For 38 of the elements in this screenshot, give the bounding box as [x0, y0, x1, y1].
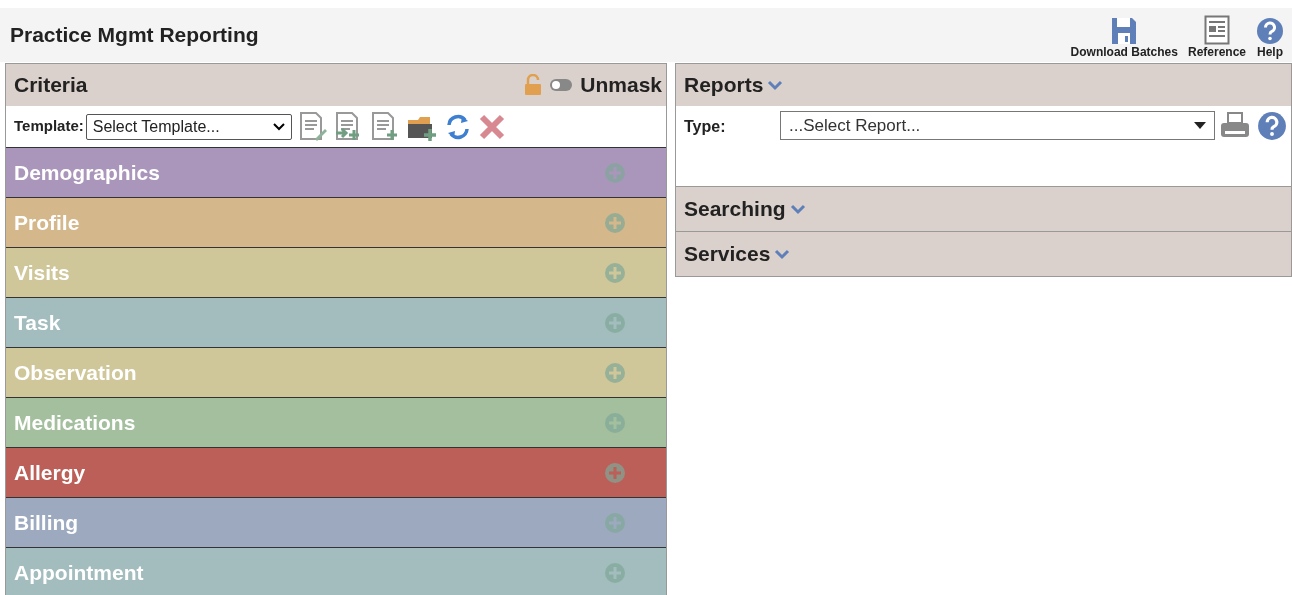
chevron-icon	[767, 79, 784, 91]
help-icon	[1256, 17, 1284, 45]
unmask-label: Unmask	[580, 72, 662, 99]
toolbar-button[interactable]: Help	[1256, 17, 1284, 59]
toolbar-button[interactable]: Reference	[1187, 15, 1246, 59]
template-select[interactable]: Select Template...	[85, 113, 292, 140]
plus-circle-icon[interactable]	[604, 311, 626, 334]
caret-icon	[1194, 122, 1206, 129]
add-document-icon[interactable]	[369, 110, 400, 143]
reports-header[interactable]: Reports	[676, 64, 1291, 106]
plus-circle-icon[interactable]	[604, 261, 626, 284]
chevron-icon	[789, 203, 806, 215]
caret-icon	[272, 122, 285, 131]
criteria-section[interactable]: Demographics	[6, 147, 666, 197]
criteria-section[interactable]: Billing	[6, 497, 666, 547]
unlocked-lock-icon[interactable]	[524, 74, 543, 96]
criteria-title: Criteria	[14, 72, 88, 99]
edit-document-icon[interactable]	[297, 110, 328, 143]
close-icon[interactable]	[477, 112, 506, 141]
plus-circle-icon[interactable]	[604, 161, 626, 184]
plus-circle-icon[interactable]	[604, 211, 626, 234]
plus-circle-icon[interactable]	[604, 561, 626, 584]
report-select[interactable]: ...Select Report...	[780, 111, 1215, 140]
unmask-toggle[interactable]	[550, 79, 573, 91]
type-label: Type:	[684, 117, 727, 137]
panel-header[interactable]: Services	[675, 232, 1292, 277]
criteria-section[interactable]: Allergy	[6, 447, 666, 497]
document-icon	[1204, 15, 1230, 45]
panel-header[interactable]: Searching	[675, 187, 1292, 232]
help-icon	[1257, 111, 1287, 141]
plus-circle-icon[interactable]	[604, 411, 626, 434]
plus-circle-icon[interactable]	[604, 511, 626, 534]
plus-circle-icon[interactable]	[604, 461, 626, 484]
plus-circle-icon[interactable]	[604, 361, 626, 384]
page-title: Practice Mgmt Reporting	[10, 22, 259, 49]
toolbar-button[interactable]: Download Batches	[1070, 17, 1178, 59]
template-label: Template:	[14, 116, 84, 137]
chevron-icon	[774, 248, 791, 260]
